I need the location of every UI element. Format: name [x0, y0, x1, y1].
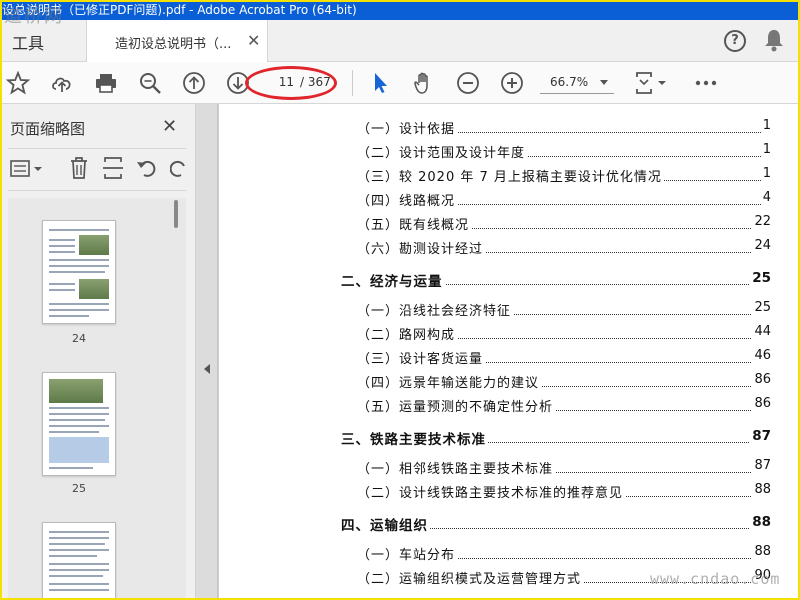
window-title-bar: 设总说明书（已修正PDF问题).pdf - Adobe Acrobat Pro … — [0, 0, 800, 20]
more-options-icon[interactable] — [694, 71, 718, 95]
tab-bar: 工具 造初设总说明书（... ✕ ? — [0, 20, 800, 62]
annotation-ellipse — [245, 66, 337, 100]
chevron-down-icon — [600, 80, 608, 85]
document-view[interactable]: （一）设计依据 1 （二）设计范围及设计年度 1 （三）较 2020 年 7 月上报稿主… — [218, 104, 800, 600]
toc-entry[interactable]: （一）相邻线铁路主要技术标准 87 — [357, 458, 771, 478]
toc-entry-title: 三、铁路主要技术标准 — [341, 428, 488, 448]
toc-entry-title: （一）设计依据 — [357, 118, 458, 137]
rotate-right-icon[interactable] — [169, 157, 188, 183]
toc-entry[interactable]: （六）勘测设计经过 24 — [357, 238, 771, 258]
toc-entry-title: （五）运量预测的不确定性分析 — [357, 396, 556, 415]
toc-entry-title: （三）设计客货运量 — [357, 348, 486, 367]
thumbnail-page-number: 25 — [72, 482, 86, 495]
toc-entry-page: 25 — [750, 270, 771, 286]
toc-entry-page: 46 — [752, 348, 771, 363]
panel-title: 页面缩略图 — [10, 120, 86, 138]
thumbnail-scrollbar[interactable] — [174, 200, 178, 228]
toc-entry[interactable]: （一）沿线社会经济特征 25 — [357, 300, 771, 320]
collapse-arrow-icon[interactable] — [204, 364, 210, 374]
toc-entry-title: （五）既有线概况 — [357, 214, 472, 233]
extract-page-icon[interactable] — [102, 156, 124, 184]
toc-entry-title: （二）设计线铁路主要技术标准的推荐意见 — [357, 482, 626, 501]
toc-entry-page: 88 — [752, 482, 771, 497]
toc-entry-page: 1 — [760, 142, 771, 157]
toc-entry-page: 22 — [752, 214, 771, 229]
zoom-level-value: 66.7% — [550, 75, 589, 89]
thumbnail-options-icon[interactable] — [10, 158, 44, 184]
toc-entry[interactable]: （三）设计客货运量 46 — [357, 348, 771, 368]
bell-icon[interactable] — [764, 28, 784, 56]
toc-entry-page: 25 — [752, 300, 771, 315]
toc-entry[interactable]: （二）设计线铁路主要技术标准的推荐意见 88 — [357, 482, 771, 502]
cloud-upload-icon[interactable] — [50, 71, 74, 95]
toc-entry-page: 88 — [752, 544, 771, 559]
thumbnail-page[interactable] — [42, 220, 116, 324]
toc-entry-page: 87 — [750, 428, 771, 444]
toc-entry-title: 二、经济与运量 — [341, 270, 445, 290]
close-icon[interactable]: ✕ — [247, 31, 260, 50]
toc-entry[interactable]: （四）远景年输送能力的建议 86 — [357, 372, 771, 392]
trash-icon[interactable] — [68, 156, 90, 184]
toc-entry[interactable]: 二、经济与运量 25 — [341, 270, 771, 290]
toc-entry[interactable]: 三、铁路主要技术标准 87 — [341, 428, 771, 448]
toc-entry[interactable]: （四）线路概况 4 — [357, 190, 771, 210]
toc-entry[interactable]: （二）设计范围及设计年度 1 — [357, 142, 771, 162]
toc-entry-title: （一）沿线社会经济特征 — [357, 300, 514, 319]
toc-entry[interactable]: （一）设计依据 1 — [357, 118, 771, 138]
toc-entry[interactable]: （三）较 2020 年 7 月上报稿主要设计优化情况 1 — [357, 166, 771, 186]
hand-tool-icon[interactable] — [412, 71, 436, 95]
main-toolbar: 11 / 367 66.7% — [0, 62, 800, 152]
zoom-level-dropdown[interactable]: 66.7% — [540, 72, 614, 94]
thumbnail-page[interactable] — [42, 522, 116, 600]
toc-entry-page: 1 — [760, 166, 771, 181]
toc-entry-page: 4 — [760, 190, 771, 205]
toc-entry-title: （四）线路概况 — [357, 190, 458, 209]
toc-entry-title: （二）设计范围及设计年度 — [357, 142, 528, 161]
rotate-left-icon[interactable] — [136, 157, 158, 183]
toc-entry-title: （六）勘测设计经过 — [357, 238, 486, 257]
select-cursor-icon[interactable] — [368, 71, 392, 95]
watermark-url: www.cndao.com — [650, 570, 781, 588]
toc-entry-page: 44 — [752, 324, 771, 339]
thumbnail-toolbar — [8, 156, 188, 184]
zoom-in-icon[interactable] — [500, 71, 524, 95]
toc-entry-page: 24 — [752, 238, 771, 253]
fit-page-icon[interactable] — [634, 71, 670, 95]
previous-page-icon[interactable] — [182, 71, 206, 95]
toc-entry-page: 88 — [750, 514, 771, 530]
help-icon[interactable]: ? — [724, 30, 746, 52]
page-thumbnails-panel: 页面缩略图 ✕ 24 25 — [0, 104, 196, 600]
toc-entry-page: 1 — [760, 118, 771, 133]
toc-entry[interactable]: （二）路网构成 44 — [357, 324, 771, 344]
toc-entry-title: （二）运输组织模式及运营管理方式 — [357, 568, 584, 587]
panel-splitter[interactable] — [196, 104, 218, 600]
toc-entry-page: 86 — [752, 396, 771, 411]
tab-document-label: 造初设总说明书（... — [115, 37, 232, 52]
toc-entry[interactable]: （五）既有线概况 22 — [357, 214, 771, 234]
toolbar-divider — [352, 70, 353, 96]
toc-entry[interactable]: 四、运输组织 88 — [341, 514, 771, 534]
print-icon[interactable] — [94, 71, 118, 95]
zoom-out-icon[interactable] — [456, 71, 480, 95]
close-icon[interactable]: ✕ — [162, 116, 177, 137]
toc-entry-title: （四）远景年输送能力的建议 — [357, 372, 542, 391]
thumbnail-page-number: 24 — [72, 332, 86, 345]
divider — [8, 148, 186, 149]
toc-entry-title: （三）较 2020 年 7 月上报稿主要设计优化情况 — [357, 166, 664, 185]
toc-entry-title: （二）路网构成 — [357, 324, 458, 343]
toc-entry-title: （一）相邻线铁路主要技术标准 — [357, 458, 556, 477]
tab-tools[interactable]: 工具 — [12, 30, 44, 54]
toc-entry-title: （一）车站分布 — [357, 544, 458, 563]
tab-document[interactable]: 造初设总说明书（... ✕ — [86, 20, 268, 62]
toc-entry-page: 86 — [752, 372, 771, 387]
toc-entry[interactable]: （一）车站分布 88 — [357, 544, 771, 564]
zoom-search-icon[interactable] — [138, 71, 162, 95]
toc-entry[interactable]: （五）运量预测的不确定性分析 86 — [357, 396, 771, 416]
watermark-logo: 道桥网 — [4, 6, 64, 27]
thumbnail-page[interactable] — [42, 372, 116, 476]
divider — [8, 190, 186, 191]
star-icon[interactable] — [5, 70, 31, 95]
toc-entry-title: 四、运输组织 — [341, 514, 430, 534]
toc-entry-page: 87 — [752, 458, 771, 473]
